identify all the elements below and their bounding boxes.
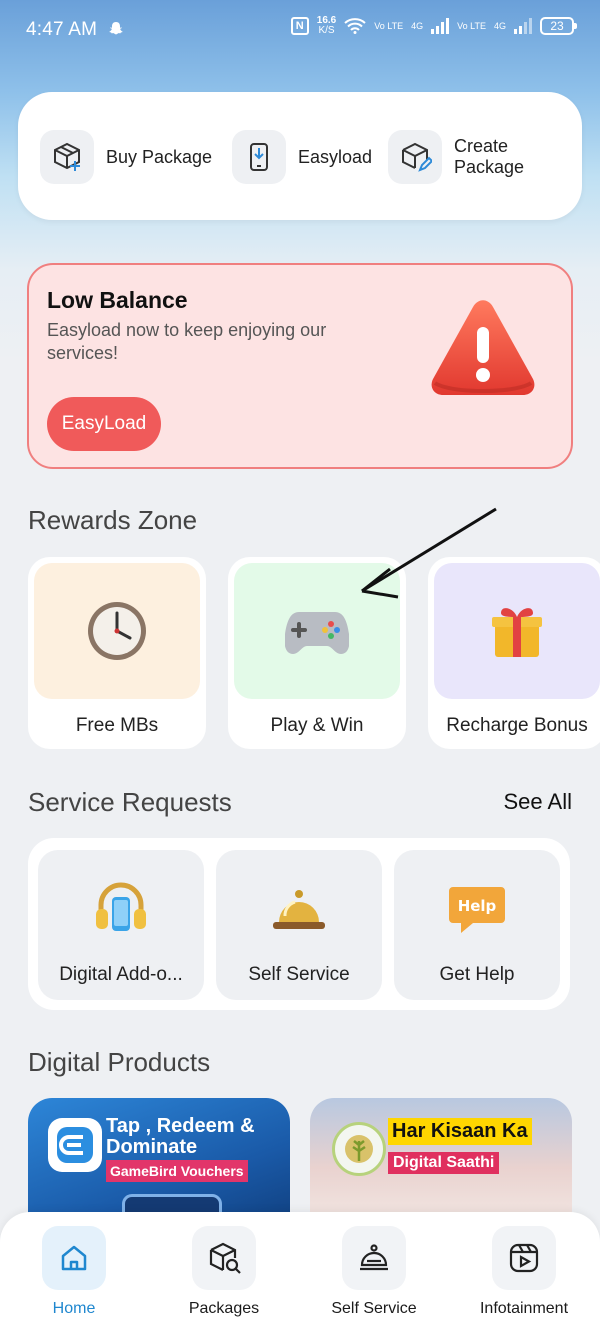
quick-actions-card: Buy Package Easyload Create Package: [18, 92, 582, 220]
service-self-service-label: Self Service: [248, 964, 350, 985]
easyload-cta-button[interactable]: EasyLoad: [47, 397, 161, 451]
nav-packages-label: Packages: [188, 1300, 260, 1317]
package-search-icon: [192, 1226, 256, 1290]
speed-unit: K/S: [318, 25, 335, 36]
battery-icon: 23: [540, 17, 577, 35]
wheat-emblem-icon: [332, 1122, 386, 1176]
reward-free-mbs-tile: [34, 563, 200, 699]
service-bell-icon: [216, 874, 382, 944]
signal-2-icon: [514, 18, 532, 34]
bottom-navigation: Home Packages Self Service Infotainment: [0, 1212, 600, 1333]
saathi-headline: Har Kisaan Ka: [388, 1118, 532, 1145]
reward-free-mbs-label: Free MBs: [75, 715, 159, 736]
status-time: 4:47 AM: [26, 19, 98, 40]
service-self-service[interactable]: Self Service: [216, 850, 382, 1000]
rewards-zone-title: Rewards Zone: [28, 505, 198, 535]
gamebird-tag: GameBird Vouchers: [106, 1160, 248, 1182]
nav-home-label: Home: [52, 1300, 96, 1317]
digital-products-title: Digital Products: [28, 1047, 211, 1077]
nav-infotainment[interactable]: Infotainment: [464, 1226, 584, 1318]
headphones-icon: [38, 874, 204, 944]
saathi-tag: Digital Saathi: [388, 1152, 500, 1174]
help-bubble-icon: Help: [394, 874, 560, 944]
wifi-icon: [344, 18, 366, 34]
low-balance-title: Low Balance: [47, 287, 188, 313]
net-type-1: 4G: [411, 20, 424, 31]
buy-package-label: Buy Package: [106, 146, 213, 167]
gift-icon: [492, 608, 542, 657]
box-plus-icon: [40, 130, 94, 184]
signal-1-icon: [431, 18, 450, 34]
service-requests-card: Digital Add-o... Self Service Help Get H…: [28, 838, 570, 1010]
easyload-button[interactable]: Easyload: [232, 130, 372, 184]
create-package-button[interactable]: Create Package: [388, 130, 564, 184]
volte-2: Vo LTE: [457, 20, 486, 31]
net-type-2: 4G: [493, 20, 506, 31]
low-balance-card: Low Balance Easyload now to keep enjoyin…: [27, 263, 573, 469]
play-reel-icon: [492, 1226, 556, 1290]
home-icon: [42, 1226, 106, 1290]
volte-1: Vo LTE: [374, 20, 404, 31]
network-speed: 16.6 K/S: [317, 16, 336, 36]
create-package-label: Create Package: [454, 136, 525, 177]
nfc-icon: N: [290, 17, 309, 35]
clock-icon: [88, 602, 146, 660]
reward-play-win-label: Play & Win: [270, 715, 364, 736]
nav-packages[interactable]: Packages: [164, 1226, 284, 1318]
service-requests-title: Service Requests: [28, 787, 232, 817]
phone-download-icon: [232, 130, 286, 184]
buy-package-button[interactable]: Buy Package: [40, 130, 212, 184]
nav-self-service[interactable]: Self Service: [314, 1226, 434, 1318]
see-all-link[interactable]: See All: [504, 789, 573, 815]
easyload-label: Easyload: [298, 146, 373, 167]
service-digital-addons-label: Digital Add-o...: [59, 964, 183, 985]
service-get-help[interactable]: Help Get Help: [394, 850, 560, 1000]
status-bar: 4:47 AM N 16.6 K/S Vo LTE 4G Vo LTE 4G 2…: [0, 0, 600, 60]
svg-text:Help: Help: [458, 897, 497, 915]
snapchat-icon: [109, 22, 123, 35]
bell-service-icon: [342, 1226, 406, 1290]
service-get-help-label: Get Help: [439, 964, 515, 985]
service-digital-addons[interactable]: Digital Add-o...: [38, 850, 204, 1000]
annotation-arrow: [361, 507, 497, 599]
nav-self-service-label: Self Service: [331, 1300, 417, 1317]
nav-infotainment-label: Infotainment: [479, 1300, 569, 1317]
status-icons: N 16.6 K/S Vo LTE 4G Vo LTE 4G 23: [290, 16, 577, 36]
box-edit-icon: [388, 130, 442, 184]
gamepad-icon: [285, 612, 349, 654]
low-balance-text: Easyload now to keep enjoying our servic…: [47, 320, 327, 363]
reward-recharge-bonus-label: Recharge Bonus: [446, 715, 588, 736]
gamebird-logo-icon: [48, 1118, 102, 1172]
reward-free-mbs[interactable]: Free MBs: [28, 557, 206, 749]
warning-triangle-icon: [431, 300, 535, 395]
nav-home[interactable]: Home: [14, 1226, 134, 1318]
gamebird-headline: Tap , Redeem & Dominate: [106, 1115, 255, 1158]
